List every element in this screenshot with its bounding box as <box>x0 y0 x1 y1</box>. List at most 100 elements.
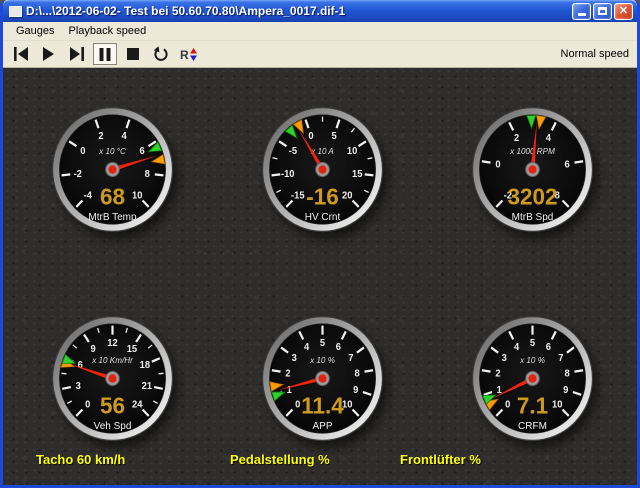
tick-label: 9 <box>563 385 568 396</box>
gauge-name: MtrB Spd <box>512 212 554 223</box>
tick-label: 10 <box>347 146 357 157</box>
tick-minor <box>159 373 164 374</box>
tick-label: 3 <box>502 353 507 364</box>
tick-label: 0 <box>295 399 300 410</box>
tick-major <box>365 174 374 175</box>
gauge-panel: -4-20246810x 10 °C68MtrB Temp -15-10-505… <box>3 68 637 485</box>
gauge-name: APP <box>312 421 332 432</box>
tick-major <box>574 370 583 371</box>
close-button[interactable]: ✕ <box>614 3 633 20</box>
tick-label: 5 <box>320 338 326 349</box>
tick-label: 21 <box>142 381 153 392</box>
gauge-value: -16 <box>306 183 339 209</box>
tick-label: 6 <box>546 342 551 353</box>
svg-text:R: R <box>180 48 189 62</box>
tick-label: -5 <box>289 146 298 157</box>
gauge-name: MtrB Temp <box>88 212 136 223</box>
tick-label: 15 <box>127 344 138 355</box>
gauge-veh-spd: 03691215182124x 10 Km/Hr56Veh Spd <box>50 314 175 443</box>
tick-label: 18 <box>140 360 150 371</box>
tick-major <box>364 370 373 371</box>
tick-label: -10 <box>281 169 295 180</box>
tick-label: 4 <box>121 131 127 142</box>
title-bar[interactable]: D:\...\2012-06-02- Test bei 50.60.70.80\… <box>3 0 637 22</box>
gauge-mtrb-spd: -202468x 1000 RPM3202MtrB Spd <box>470 105 595 234</box>
tick-label: 24 <box>132 399 143 410</box>
gauge-mtrb-temp: -4-20246810x 10 °C68MtrB Temp <box>50 105 175 234</box>
reset-sort-icon: R <box>180 47 198 62</box>
gauge-value: 68 <box>100 183 125 209</box>
gauge-crfm: 012345678910x 10 %7.1CRFM <box>470 314 595 443</box>
gauge-value: 3202 <box>507 183 557 209</box>
loop-button[interactable] <box>149 43 173 65</box>
skip-start-icon <box>14 47 29 61</box>
tick-label: 0 <box>308 131 313 142</box>
gauge-multiplier-label: x 10 °C <box>98 147 126 156</box>
tick-label: 7 <box>558 353 563 364</box>
tick-label: 9 <box>90 344 95 355</box>
tick-label: 0 <box>505 399 510 410</box>
tick-label: 15 <box>352 169 363 180</box>
gauge-name: Veh Spd <box>94 421 132 432</box>
tick-label: 2 <box>98 131 103 142</box>
caption-frontluefter: Frontlüfter % <box>400 452 481 467</box>
gauge-hv-crnt: -15-10-505101520x 10 A-16HV Crnt <box>260 105 385 234</box>
gauge-name: HV Crnt <box>305 212 341 223</box>
gauge-dial: 012345678910x 10 %11.4APP <box>260 314 385 443</box>
tick-major <box>272 370 281 371</box>
stop-icon <box>127 48 139 60</box>
play-icon <box>43 47 55 61</box>
tick-major <box>482 370 491 371</box>
gauge-value: 11.4 <box>301 392 344 418</box>
tick-label: 10 <box>132 190 142 201</box>
tick-label: 3 <box>292 353 297 364</box>
tick-label: 3 <box>76 381 81 392</box>
tick-label: 6 <box>140 146 145 157</box>
tick-label: 2 <box>495 368 500 379</box>
skip-end-icon <box>70 47 85 61</box>
app-window: D:\...\2012-06-02- Test bei 50.60.70.80\… <box>0 0 640 488</box>
pause-button[interactable] <box>93 43 117 65</box>
tick-major <box>272 174 281 175</box>
skip-start-button[interactable] <box>9 43 33 65</box>
skip-end-button[interactable] <box>65 43 89 65</box>
tick-label: 5 <box>530 338 536 349</box>
tick-major <box>62 174 71 175</box>
tick-label: -2 <box>74 169 82 180</box>
reset-playback-button[interactable]: R <box>177 43 201 65</box>
menu-gauges[interactable]: Gauges <box>9 23 62 39</box>
gauge-dial: 03691215182124x 10 Km/Hr56Veh Spd <box>50 314 175 443</box>
tick-label: 0 <box>495 159 500 170</box>
window-title: D:\...\2012-06-02- Test bei 50.60.70.80\… <box>26 4 572 18</box>
menu-playback-speed[interactable]: Playback speed <box>62 23 154 39</box>
tick-label: 6 <box>336 342 341 353</box>
tick-label: -15 <box>291 190 305 201</box>
play-button[interactable] <box>37 43 61 65</box>
gauge-multiplier-label: x 10 % <box>519 356 545 365</box>
playback-status: Normal speed <box>561 48 631 60</box>
tick-label: 4 <box>546 133 552 144</box>
tick-label: 9 <box>353 385 358 396</box>
gauge-dial: -15-10-505101520x 10 A-16HV Crnt <box>260 105 385 234</box>
tick-label: 0 <box>80 146 85 157</box>
gauge-dial: -202468x 1000 RPM3202MtrB Spd <box>470 105 595 234</box>
tick-label: 4 <box>304 342 310 353</box>
gauge-dial: -4-20246810x 10 °C68MtrB Temp <box>50 105 175 234</box>
tick-label: 20 <box>342 190 352 201</box>
toolbar: R Normal speed <box>3 41 637 68</box>
tick-label: 10 <box>552 399 562 410</box>
minimize-button[interactable] <box>572 3 591 20</box>
tick-major <box>482 161 491 162</box>
gauge-value: 7.1 <box>517 392 549 418</box>
caption-pedalstellung: Pedalstellung % <box>230 452 330 467</box>
tick-label: 8 <box>564 368 569 379</box>
tick-label: 7 <box>348 353 353 364</box>
tick-label: 2 <box>285 368 290 379</box>
gauge-dial: 012345678910x 10 %7.1CRFM <box>470 314 595 443</box>
caption-tacho: Tacho 60 km/h <box>36 452 125 467</box>
tick-label: 5 <box>331 131 337 142</box>
tick-label: 12 <box>107 338 117 349</box>
maximize-button[interactable] <box>593 3 612 20</box>
stop-button[interactable] <box>121 43 145 65</box>
gauge-multiplier-label: x 10 Km/Hr <box>91 356 134 365</box>
